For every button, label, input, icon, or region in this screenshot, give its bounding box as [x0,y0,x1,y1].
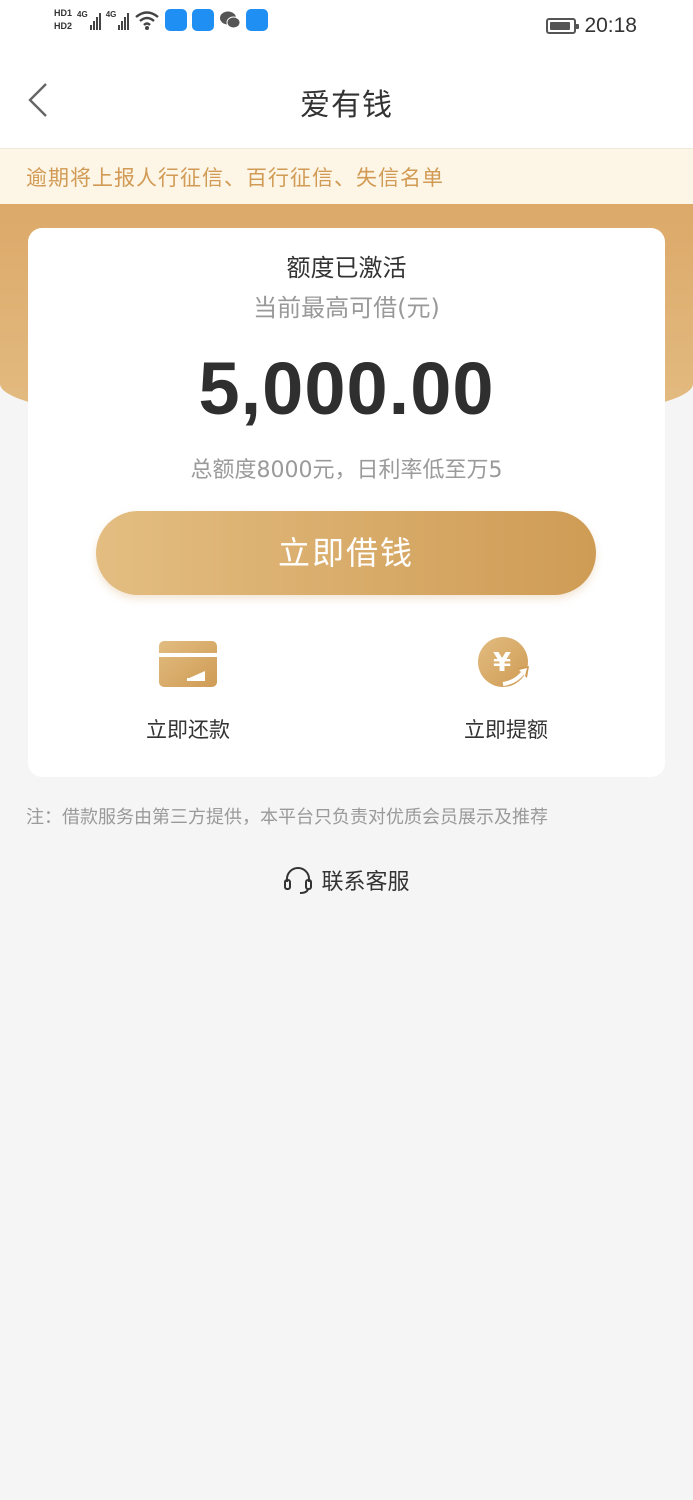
credit-subtitle: 当前最高可借(元) [253,294,440,322]
hd-indicator: HD1 HD2 [54,8,72,32]
notice-text: 逾期将上报人行征信、百行征信、失信名单 [26,166,444,190]
hd2-label: HD2 [54,21,73,31]
disclaimer-text: 注：借款服务由第三方提供，本平台只负责对优质会员展示及推荐 [26,807,548,828]
app-notification-icon [246,9,269,31]
credit-info: 总额度8000元，日利率低至万5 [190,458,503,483]
card-icon [159,641,217,687]
network-label: 4G [105,10,117,19]
credit-status: 额度已激活 [286,254,407,282]
yuan-up-icon: ¥ [478,637,529,687]
signal-icon: 4G [77,10,101,30]
page-title: 爱有钱 [300,88,393,123]
clock: 20:18 [584,14,637,37]
repay-label: 立即还款 [146,718,230,742]
raise-limit-label: 立即提额 [464,718,548,742]
contact-service-link[interactable]: 联系客服 [0,864,693,896]
status-right: 20:18 [546,14,637,38]
notice-banner: 逾期将上报人行征信、百行征信、失信名单 [0,148,693,205]
repay-button[interactable]: 立即还款 [88,634,288,744]
contact-service-label: 联系客服 [321,870,410,895]
borrow-button[interactable]: 立即借钱 [96,511,596,595]
signal-icon: 4G [106,10,130,30]
hd1-label: HD1 [54,8,73,18]
navigation-bar: 爱有钱 [0,52,693,148]
network-label: 4G [77,10,88,19]
status-bar: HD1 HD2 4G 4G 20:18 [0,0,693,52]
raise-limit-button[interactable]: ¥ 立即提额 [406,634,606,744]
app-notification-icon [192,9,215,31]
credit-card-panel: 额度已激活 当前最高可借(元) 5,000.00 总额度8000元，日利率低至万… [28,228,665,777]
svg-text:¥: ¥ [493,648,511,678]
credit-amount: 5,000.00 [198,347,495,430]
wifi-icon [135,11,160,30]
app-notification-icon [165,9,188,31]
wechat-icon [220,11,241,29]
battery-icon [546,18,580,34]
status-icons: HD1 HD2 4G 4G [54,8,269,32]
headset-icon [284,867,313,894]
